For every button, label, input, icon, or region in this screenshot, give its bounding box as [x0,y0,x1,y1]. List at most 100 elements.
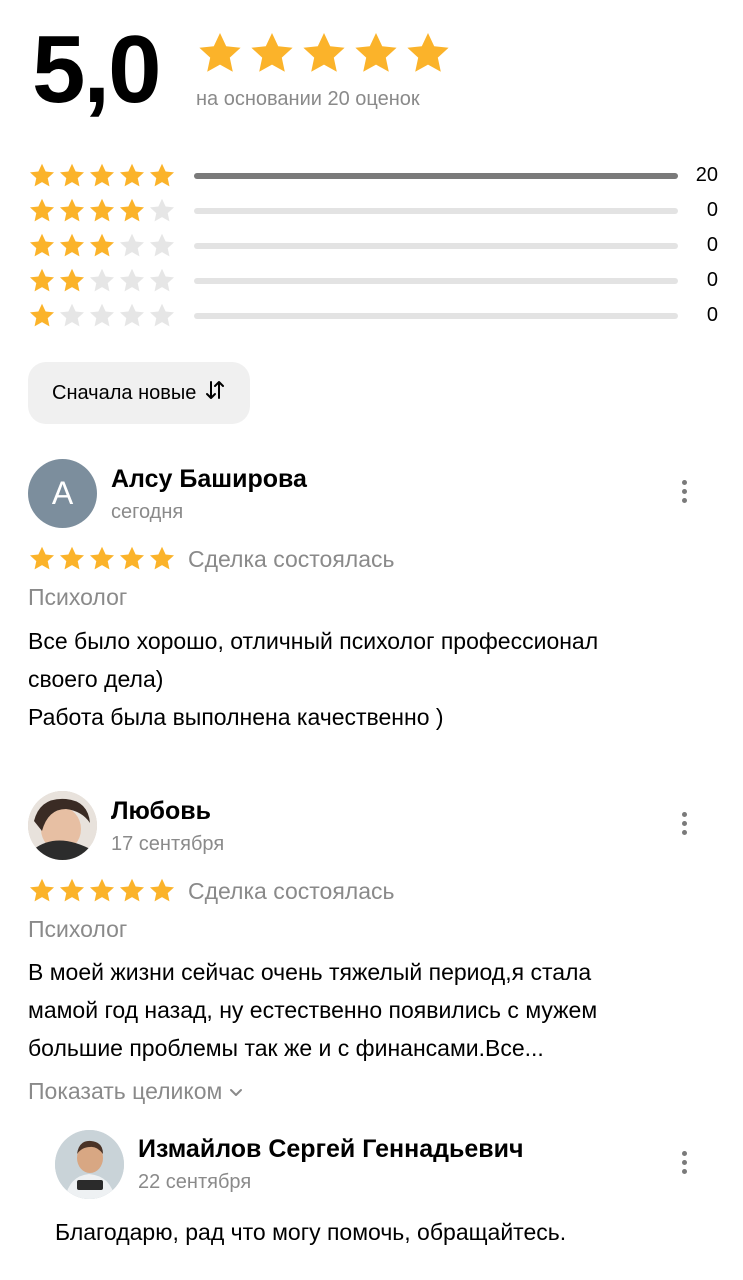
distribution-row-4: 0 [28,193,718,228]
avatar-photo-icon [55,1130,124,1199]
star-icon [118,162,146,190]
review-text-line: большие проблемы так же и с финансами.Вс… [28,1035,544,1061]
star-icon [148,162,176,190]
show-full-button[interactable]: Показать целиком [28,1078,244,1105]
distribution-bar [194,277,678,284]
review-text-line: Работа была выполнена качественно ) [28,704,444,730]
star-icon [58,197,86,225]
review-rating: Сделка состоялась [28,545,395,573]
star-icon [300,30,348,78]
star-icon [58,302,86,330]
reply-text: Благодарю, рад что могу помочь, обращайт… [55,1219,567,1245]
star-icon [148,877,176,905]
star-icon [118,302,146,330]
sort-button[interactable]: Сначала новые [28,362,251,424]
row-stars [28,232,188,260]
distribution-count: 0 [706,304,718,326]
average-rating: 5,0 [32,16,161,123]
distribution-count: 0 [706,234,718,256]
review-date: сегодня [111,501,184,523]
star-icon [148,232,176,260]
star-icon [148,267,176,295]
review-text-line: мамой год назад, ну естественно появилис… [28,997,598,1023]
star-icon [148,302,176,330]
ratings-count-text: на основании 20 оценок [196,88,420,110]
review-text-line: Все было хорошо, отличный психолог профе… [28,628,599,654]
star-icon [58,162,86,190]
distribution-bar [194,312,678,319]
rating-distribution: 20 0 0 0 0 [28,158,718,333]
star-icon [352,30,400,78]
reply-date: 22 сентября [138,1171,252,1193]
star-icon [58,545,86,573]
distribution-count: 0 [706,199,718,221]
distribution-row-5: 20 [28,158,718,193]
chevron-down-icon [230,1088,243,1096]
star-icon [88,162,116,190]
distribution-bar-fill [194,172,678,179]
star-icon [88,197,116,225]
distribution-bar [194,242,678,249]
star-icon [118,877,146,905]
star-icon [58,232,86,260]
review-category: Психолог [28,584,128,610]
star-icon [28,197,56,225]
row-stars [28,197,188,225]
sort-label: Сначала новые [52,381,197,404]
reply-author[interactable]: Измайлов Сергей Геннадьевич [138,1135,524,1164]
distribution-bar [194,207,678,214]
star-icon [118,545,146,573]
star-icon [88,232,116,260]
review-text-line: В моей жизни сейчас очень тяжелый период… [28,959,592,985]
average-stars [196,30,452,78]
distribution-row-2: 0 [28,263,718,298]
star-icon [58,267,86,295]
star-icon [118,267,146,295]
star-icon [404,30,452,78]
star-icon [88,302,116,330]
review-rating: Сделка состоялась [28,877,395,905]
avatar[interactable] [55,1130,124,1199]
row-stars [28,302,188,330]
review-text: Все было хорошо, отличный психолог профе… [28,622,718,736]
sort-arrows-icon [204,379,226,407]
review-author[interactable]: Алсу Баширова [111,465,307,494]
avatar[interactable] [28,791,97,860]
distribution-count: 0 [706,269,718,291]
star-icon [88,877,116,905]
review-text: В моей жизни сейчас очень тяжелый период… [28,953,718,1067]
star-icon [28,545,56,573]
review-category: Психолог [28,916,128,942]
star-icon [148,545,176,573]
star-icon [28,232,56,260]
row-stars [28,267,188,295]
star-icon [88,545,116,573]
star-icon [58,877,86,905]
avatar-initial: А [51,475,74,511]
deal-status: Сделка состоялась [188,545,395,572]
star-icon [148,197,176,225]
star-icon [248,30,296,78]
review-author[interactable]: Любовь [111,797,211,826]
more-options-icon[interactable] [679,1151,689,1174]
star-icon [28,162,56,190]
star-icon [118,197,146,225]
row-stars [28,162,188,190]
more-options-icon[interactable] [679,812,689,835]
more-options-icon[interactable] [679,480,689,503]
avatar-photo-icon [28,791,97,860]
star-icon [118,232,146,260]
review-date: 17 сентября [111,833,225,855]
distribution-row-3: 0 [28,228,718,263]
deal-status: Сделка состоялась [188,877,395,904]
star-icon [28,267,56,295]
distribution-bar [194,172,678,179]
avatar[interactable]: А [28,459,97,528]
star-icon [28,877,56,905]
review-text-line: своего дела) [28,666,164,692]
star-icon [88,267,116,295]
distribution-row-1: 0 [28,298,718,333]
show-full-label: Показать целиком [28,1078,223,1104]
star-icon [196,30,244,78]
star-icon [28,302,56,330]
